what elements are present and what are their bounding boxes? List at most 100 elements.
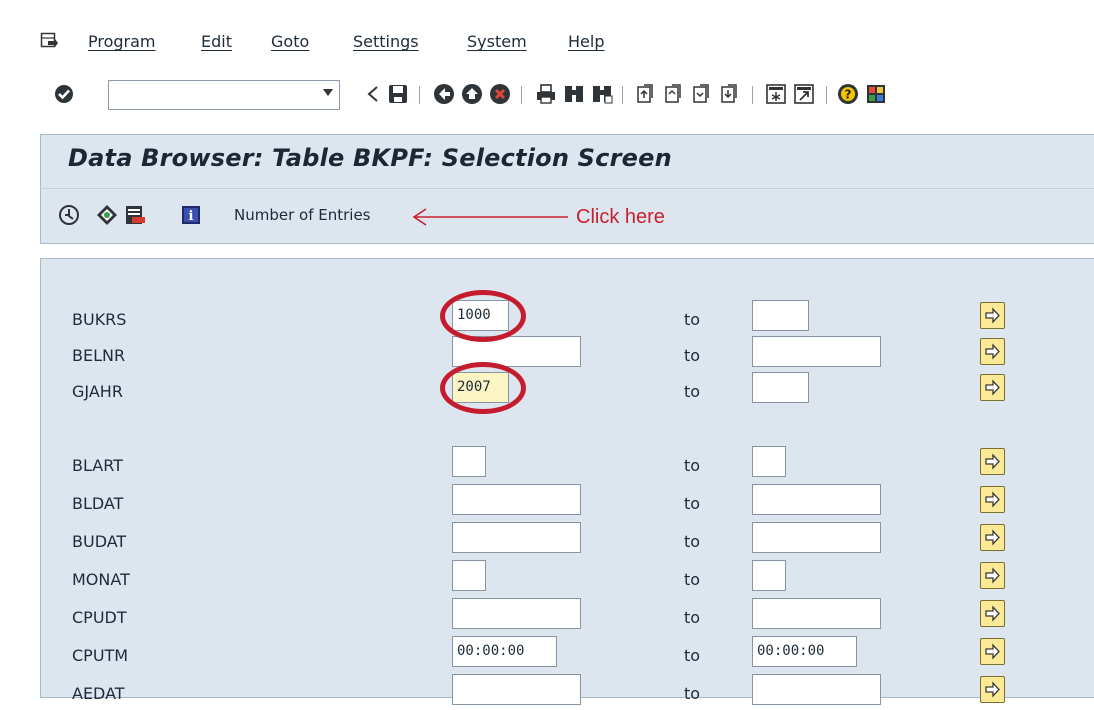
aedat-from-input[interactable]	[452, 674, 581, 705]
svg-text:i: i	[189, 209, 194, 224]
to-label: to	[684, 456, 701, 475]
field-label: CPUDT	[72, 608, 127, 627]
toolbar-separator	[826, 86, 827, 104]
selection-row-bldat: BLDAT to	[40, 484, 1094, 520]
multiple-selection-button[interactable]	[980, 562, 1005, 589]
customize-layout-icon[interactable]	[864, 82, 888, 106]
cpudt-from-input[interactable]	[452, 598, 581, 629]
enter-icon[interactable]	[52, 82, 76, 106]
budat-to-input[interactable]	[752, 522, 881, 553]
selection-options-icon[interactable]	[96, 204, 118, 226]
info-icon[interactable]: i	[180, 204, 202, 226]
menu-settings[interactable]: Settings	[353, 32, 419, 51]
cputm-to-input[interactable]: 00:00:00	[752, 636, 857, 667]
menu-bar	[0, 0, 1094, 66]
field-label: GJAHR	[72, 382, 123, 401]
selection-row-belnr: BELNR to	[40, 336, 1094, 372]
menu-program[interactable]: Program	[88, 32, 156, 51]
to-label: to	[684, 494, 701, 513]
toolbar-separator	[752, 86, 753, 104]
chevron-down-icon[interactable]	[323, 89, 333, 96]
back-green-icon[interactable]	[432, 82, 456, 106]
multiple-selection-button[interactable]	[980, 486, 1005, 513]
multiple-selection-button[interactable]	[980, 676, 1005, 703]
selection-row-cputm: CPUTM 00:00:00 to 00:00:00	[40, 636, 1094, 672]
bukrs-to-input[interactable]	[752, 300, 809, 331]
find-next-icon[interactable]	[590, 82, 614, 106]
back-icon[interactable]	[362, 82, 386, 106]
menu-system[interactable]: System	[467, 32, 527, 51]
selection-row-gjahr: GJAHR 2007 to	[40, 372, 1094, 408]
help-icon[interactable]: ?	[836, 82, 860, 106]
to-label: to	[684, 310, 701, 329]
gjahr-to-input[interactable]	[752, 372, 809, 403]
highlight-circle	[440, 362, 526, 414]
execute-icon[interactable]	[58, 204, 80, 226]
delete-row-icon[interactable]	[124, 204, 146, 226]
monat-to-input[interactable]	[752, 560, 786, 591]
field-label: BELNR	[72, 346, 126, 365]
create-session-icon[interactable]	[764, 82, 788, 106]
last-page-icon[interactable]	[718, 82, 742, 106]
arrow-right-icon	[985, 379, 1000, 396]
arrow-right-icon	[985, 605, 1000, 622]
bldat-from-input[interactable]	[452, 484, 581, 515]
multiple-selection-button[interactable]	[980, 448, 1005, 475]
selection-row-cpudt: CPUDT to	[40, 598, 1094, 634]
to-label: to	[684, 608, 701, 627]
print-icon[interactable]	[534, 82, 558, 106]
cancel-icon[interactable]	[488, 82, 512, 106]
monat-from-input[interactable]	[452, 560, 486, 591]
arrow-right-icon	[985, 307, 1000, 324]
budat-from-input[interactable]	[452, 522, 581, 553]
cputm-from-input[interactable]: 00:00:00	[452, 636, 557, 667]
aedat-to-input[interactable]	[752, 674, 881, 705]
toolbar-separator	[521, 86, 522, 104]
previous-page-icon[interactable]	[662, 82, 686, 106]
field-label: MONAT	[72, 570, 130, 589]
selection-row-bukrs: BUKRS 1000 to	[40, 300, 1094, 336]
next-page-icon[interactable]	[690, 82, 714, 106]
field-label: AEDAT	[72, 684, 125, 703]
arrow-right-icon	[985, 643, 1000, 660]
to-label: to	[684, 570, 701, 589]
multiple-selection-button[interactable]	[980, 600, 1005, 627]
field-label: BLDAT	[72, 494, 124, 513]
divider	[40, 188, 1094, 189]
belnr-to-input[interactable]	[752, 336, 881, 367]
find-icon[interactable]	[562, 82, 586, 106]
arrow-right-icon	[985, 343, 1000, 360]
blart-to-input[interactable]	[752, 446, 786, 477]
toolbar-separator	[419, 86, 420, 104]
to-label: to	[684, 684, 701, 703]
multiple-selection-button[interactable]	[980, 638, 1005, 665]
first-page-icon[interactable]	[634, 82, 658, 106]
field-label: BUDAT	[72, 532, 127, 551]
to-label: to	[684, 382, 701, 401]
blart-from-input[interactable]	[452, 446, 486, 477]
bldat-to-input[interactable]	[752, 484, 881, 515]
highlight-circle	[440, 290, 526, 342]
multiple-selection-button[interactable]	[980, 374, 1005, 401]
menu-goto[interactable]: Goto	[271, 32, 309, 51]
toolbar-separator	[622, 86, 623, 104]
command-field[interactable]	[108, 80, 340, 110]
multiple-selection-button[interactable]	[980, 338, 1005, 365]
menu-help[interactable]: Help	[568, 32, 604, 51]
number-of-entries-button[interactable]: Number of Entries	[234, 206, 371, 224]
shortcut-icon[interactable]	[792, 82, 816, 106]
field-label: BLART	[72, 456, 123, 475]
menu-edit[interactable]: Edit	[201, 32, 232, 51]
cpudt-to-input[interactable]	[752, 598, 881, 629]
selection-row-budat: BUDAT to	[40, 522, 1094, 558]
multiple-selection-button[interactable]	[980, 302, 1005, 329]
to-label: to	[684, 646, 701, 665]
multiple-selection-button[interactable]	[980, 524, 1005, 551]
exit-icon[interactable]	[460, 82, 484, 106]
annotation-arrow-icon	[412, 208, 568, 226]
annotation-label: Click here	[576, 206, 665, 228]
arrow-right-icon	[985, 453, 1000, 470]
menu-icon[interactable]	[40, 32, 58, 50]
save-icon[interactable]	[386, 82, 410, 106]
field-label: CPUTM	[72, 646, 129, 665]
